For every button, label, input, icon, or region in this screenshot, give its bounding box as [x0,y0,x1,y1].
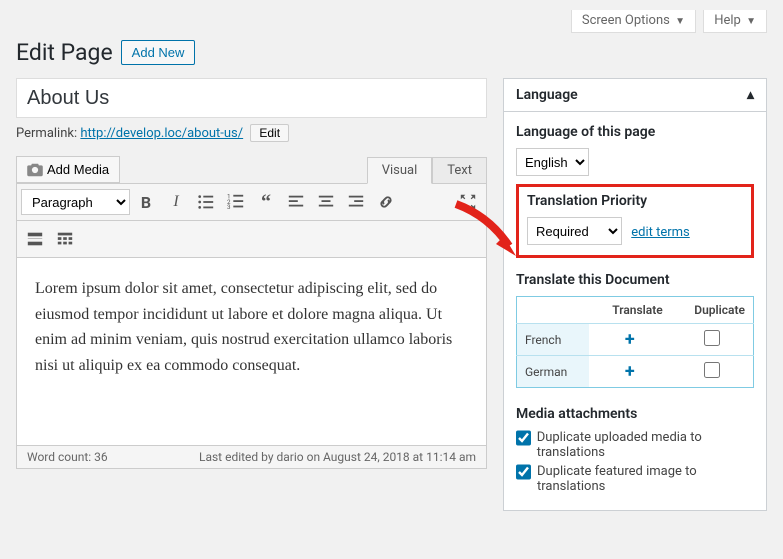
bold-icon[interactable]: B [132,188,160,216]
help-tab[interactable]: Help ▼ [703,10,767,33]
th-duplicate: Duplicate [671,297,754,324]
italic-icon[interactable]: I [162,188,190,216]
translate-german-button[interactable]: + [625,361,635,382]
blockquote-icon[interactable]: “ [252,188,280,216]
collapse-icon: ▴ [747,87,754,103]
edit-terms-link[interactable]: edit terms [631,225,690,240]
editor-tab-visual[interactable]: Visual [367,157,433,184]
language-of-page-heading: Language of this page [516,124,754,140]
link-icon[interactable] [372,188,400,216]
toolbar-toggle-icon[interactable] [51,225,79,253]
format-select[interactable]: Paragraph [21,189,130,215]
lang-row-german: German [517,356,589,388]
priority-select[interactable]: Required [527,217,622,245]
camera-icon [27,163,43,177]
duplicate-french-checkbox[interactable] [704,330,720,346]
screen-options-tab[interactable]: Screen Options ▼ [571,10,696,33]
add-media-button[interactable]: Add Media [16,156,120,183]
translation-priority-callout: Translation Priority Required edit terms [516,184,754,258]
title-input[interactable] [16,78,487,118]
permalink-url[interactable]: http://develop.loc/about-us/ [80,126,243,141]
permalink-edit-button[interactable]: Edit [250,124,289,142]
dup-uploaded-label: Duplicate uploaded media to translations [537,430,754,460]
translate-french-button[interactable]: + [625,329,635,350]
media-attachments-heading: Media attachments [516,406,754,422]
add-new-button[interactable]: Add New [121,40,196,65]
dup-uploaded-checkbox[interactable] [516,430,531,446]
page-title: Edit Page [16,39,113,66]
last-edited: Last edited by dario on August 24, 2018 … [199,450,476,464]
editor-content[interactable]: Lorem ipsum dolor sit amet, consectetur … [16,258,487,446]
word-count: Word count: 36 [27,450,108,464]
translation-priority-heading: Translation Priority [527,193,743,209]
align-center-icon[interactable] [312,188,340,216]
svg-text:3: 3 [227,203,231,211]
lang-row-french: French [517,324,589,356]
bullet-list-icon[interactable] [192,188,220,216]
annotation-arrow [444,196,524,266]
permalink-label: Permalink: [16,126,77,141]
align-left-icon[interactable] [282,188,310,216]
translate-document-heading: Translate this Document [516,272,754,288]
language-select[interactable]: English [516,148,589,176]
th-translate: Translate [589,297,671,324]
align-right-icon[interactable] [342,188,370,216]
duplicate-german-checkbox[interactable] [704,362,720,378]
dup-featured-label: Duplicate featured image to translations [537,464,754,494]
numbered-list-icon[interactable]: 123 [222,188,250,216]
editor-tab-text[interactable]: Text [432,157,487,183]
language-panel-header[interactable]: Language ▴ [504,79,766,112]
dup-featured-checkbox[interactable] [516,464,531,480]
editor-toolbar: Paragraph B I 123 “ [16,183,487,221]
readmore-icon[interactable] [21,225,49,253]
